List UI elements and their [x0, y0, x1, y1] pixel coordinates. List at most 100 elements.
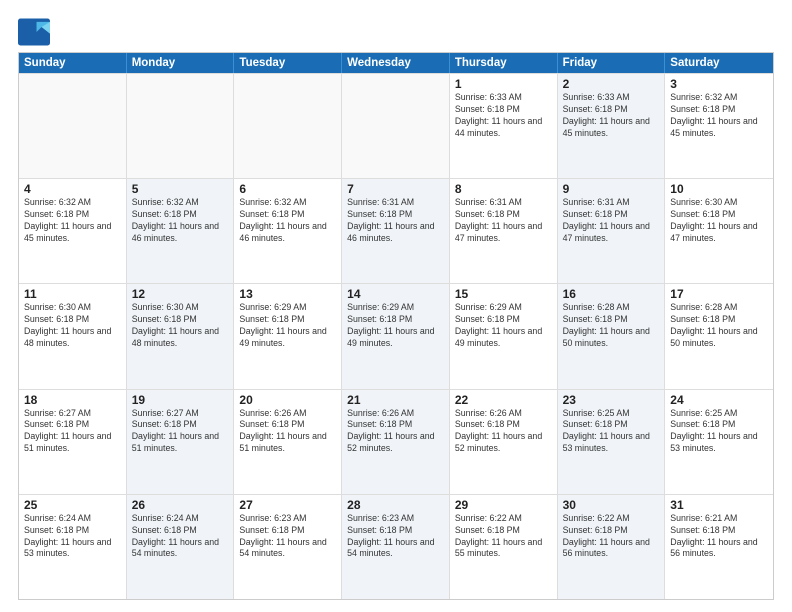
day-number: 25 [24, 498, 121, 512]
day-number: 22 [455, 393, 552, 407]
cal-cell: 18Sunrise: 6:27 AM Sunset: 6:18 PM Dayli… [19, 390, 127, 494]
cell-info: Sunrise: 6:25 AM Sunset: 6:18 PM Dayligh… [563, 408, 660, 456]
cell-info: Sunrise: 6:33 AM Sunset: 6:18 PM Dayligh… [455, 92, 552, 140]
cell-info: Sunrise: 6:23 AM Sunset: 6:18 PM Dayligh… [347, 513, 444, 561]
day-number: 24 [670, 393, 768, 407]
calendar-week-4: 18Sunrise: 6:27 AM Sunset: 6:18 PM Dayli… [19, 389, 773, 494]
calendar-body: 1Sunrise: 6:33 AM Sunset: 6:18 PM Daylig… [19, 73, 773, 599]
cal-cell [342, 74, 450, 178]
day-number: 10 [670, 182, 768, 196]
cell-info: Sunrise: 6:28 AM Sunset: 6:18 PM Dayligh… [670, 302, 768, 350]
cal-cell: 21Sunrise: 6:26 AM Sunset: 6:18 PM Dayli… [342, 390, 450, 494]
day-number: 29 [455, 498, 552, 512]
cal-cell: 26Sunrise: 6:24 AM Sunset: 6:18 PM Dayli… [127, 495, 235, 599]
cal-cell: 30Sunrise: 6:22 AM Sunset: 6:18 PM Dayli… [558, 495, 666, 599]
day-number: 1 [455, 77, 552, 91]
cal-cell: 22Sunrise: 6:26 AM Sunset: 6:18 PM Dayli… [450, 390, 558, 494]
cal-cell: 16Sunrise: 6:28 AM Sunset: 6:18 PM Dayli… [558, 284, 666, 388]
cal-cell: 31Sunrise: 6:21 AM Sunset: 6:18 PM Dayli… [665, 495, 773, 599]
cal-cell: 9Sunrise: 6:31 AM Sunset: 6:18 PM Daylig… [558, 179, 666, 283]
cal-cell: 17Sunrise: 6:28 AM Sunset: 6:18 PM Dayli… [665, 284, 773, 388]
cell-info: Sunrise: 6:28 AM Sunset: 6:18 PM Dayligh… [563, 302, 660, 350]
day-number: 4 [24, 182, 121, 196]
day-number: 11 [24, 287, 121, 301]
cell-info: Sunrise: 6:32 AM Sunset: 6:18 PM Dayligh… [132, 197, 229, 245]
cal-cell: 29Sunrise: 6:22 AM Sunset: 6:18 PM Dayli… [450, 495, 558, 599]
cell-info: Sunrise: 6:23 AM Sunset: 6:18 PM Dayligh… [239, 513, 336, 561]
header [18, 18, 774, 46]
cal-header-monday: Monday [127, 53, 235, 73]
cell-info: Sunrise: 6:33 AM Sunset: 6:18 PM Dayligh… [563, 92, 660, 140]
day-number: 2 [563, 77, 660, 91]
calendar-header-row: SundayMondayTuesdayWednesdayThursdayFrid… [19, 53, 773, 73]
cell-info: Sunrise: 6:30 AM Sunset: 6:18 PM Dayligh… [24, 302, 121, 350]
day-number: 31 [670, 498, 768, 512]
cal-cell: 6Sunrise: 6:32 AM Sunset: 6:18 PM Daylig… [234, 179, 342, 283]
cell-info: Sunrise: 6:31 AM Sunset: 6:18 PM Dayligh… [347, 197, 444, 245]
cal-cell [127, 74, 235, 178]
day-number: 15 [455, 287, 552, 301]
cell-info: Sunrise: 6:32 AM Sunset: 6:18 PM Dayligh… [239, 197, 336, 245]
day-number: 26 [132, 498, 229, 512]
cal-cell: 2Sunrise: 6:33 AM Sunset: 6:18 PM Daylig… [558, 74, 666, 178]
cal-cell: 24Sunrise: 6:25 AM Sunset: 6:18 PM Dayli… [665, 390, 773, 494]
day-number: 12 [132, 287, 229, 301]
cell-info: Sunrise: 6:29 AM Sunset: 6:18 PM Dayligh… [239, 302, 336, 350]
day-number: 20 [239, 393, 336, 407]
cal-cell: 7Sunrise: 6:31 AM Sunset: 6:18 PM Daylig… [342, 179, 450, 283]
cal-cell: 3Sunrise: 6:32 AM Sunset: 6:18 PM Daylig… [665, 74, 773, 178]
cell-info: Sunrise: 6:25 AM Sunset: 6:18 PM Dayligh… [670, 408, 768, 456]
cal-cell: 10Sunrise: 6:30 AM Sunset: 6:18 PM Dayli… [665, 179, 773, 283]
day-number: 5 [132, 182, 229, 196]
day-number: 16 [563, 287, 660, 301]
cell-info: Sunrise: 6:27 AM Sunset: 6:18 PM Dayligh… [24, 408, 121, 456]
cal-cell: 12Sunrise: 6:30 AM Sunset: 6:18 PM Dayli… [127, 284, 235, 388]
cell-info: Sunrise: 6:24 AM Sunset: 6:18 PM Dayligh… [24, 513, 121, 561]
cell-info: Sunrise: 6:32 AM Sunset: 6:18 PM Dayligh… [24, 197, 121, 245]
day-number: 14 [347, 287, 444, 301]
cell-info: Sunrise: 6:32 AM Sunset: 6:18 PM Dayligh… [670, 92, 768, 140]
cell-info: Sunrise: 6:30 AM Sunset: 6:18 PM Dayligh… [132, 302, 229, 350]
day-number: 6 [239, 182, 336, 196]
cal-cell: 4Sunrise: 6:32 AM Sunset: 6:18 PM Daylig… [19, 179, 127, 283]
cell-info: Sunrise: 6:30 AM Sunset: 6:18 PM Dayligh… [670, 197, 768, 245]
cal-cell: 15Sunrise: 6:29 AM Sunset: 6:18 PM Dayli… [450, 284, 558, 388]
day-number: 8 [455, 182, 552, 196]
cal-header-saturday: Saturday [665, 53, 773, 73]
cal-cell: 1Sunrise: 6:33 AM Sunset: 6:18 PM Daylig… [450, 74, 558, 178]
cell-info: Sunrise: 6:26 AM Sunset: 6:18 PM Dayligh… [239, 408, 336, 456]
calendar-week-3: 11Sunrise: 6:30 AM Sunset: 6:18 PM Dayli… [19, 283, 773, 388]
cal-header-thursday: Thursday [450, 53, 558, 73]
cell-info: Sunrise: 6:24 AM Sunset: 6:18 PM Dayligh… [132, 513, 229, 561]
cal-cell: 28Sunrise: 6:23 AM Sunset: 6:18 PM Dayli… [342, 495, 450, 599]
calendar: SundayMondayTuesdayWednesdayThursdayFrid… [18, 52, 774, 600]
cal-header-friday: Friday [558, 53, 666, 73]
cell-info: Sunrise: 6:26 AM Sunset: 6:18 PM Dayligh… [455, 408, 552, 456]
day-number: 30 [563, 498, 660, 512]
day-number: 9 [563, 182, 660, 196]
cal-cell: 5Sunrise: 6:32 AM Sunset: 6:18 PM Daylig… [127, 179, 235, 283]
calendar-week-2: 4Sunrise: 6:32 AM Sunset: 6:18 PM Daylig… [19, 178, 773, 283]
cal-cell: 13Sunrise: 6:29 AM Sunset: 6:18 PM Dayli… [234, 284, 342, 388]
calendar-week-5: 25Sunrise: 6:24 AM Sunset: 6:18 PM Dayli… [19, 494, 773, 599]
cell-info: Sunrise: 6:31 AM Sunset: 6:18 PM Dayligh… [455, 197, 552, 245]
cal-cell: 14Sunrise: 6:29 AM Sunset: 6:18 PM Dayli… [342, 284, 450, 388]
cal-cell [234, 74, 342, 178]
page: SundayMondayTuesdayWednesdayThursdayFrid… [0, 0, 792, 612]
day-number: 7 [347, 182, 444, 196]
day-number: 17 [670, 287, 768, 301]
cell-info: Sunrise: 6:21 AM Sunset: 6:18 PM Dayligh… [670, 513, 768, 561]
cell-info: Sunrise: 6:29 AM Sunset: 6:18 PM Dayligh… [455, 302, 552, 350]
day-number: 23 [563, 393, 660, 407]
day-number: 27 [239, 498, 336, 512]
cal-cell: 23Sunrise: 6:25 AM Sunset: 6:18 PM Dayli… [558, 390, 666, 494]
cal-cell: 27Sunrise: 6:23 AM Sunset: 6:18 PM Dayli… [234, 495, 342, 599]
cal-header-wednesday: Wednesday [342, 53, 450, 73]
day-number: 21 [347, 393, 444, 407]
day-number: 18 [24, 393, 121, 407]
cal-header-sunday: Sunday [19, 53, 127, 73]
day-number: 3 [670, 77, 768, 91]
cell-info: Sunrise: 6:27 AM Sunset: 6:18 PM Dayligh… [132, 408, 229, 456]
cal-cell: 20Sunrise: 6:26 AM Sunset: 6:18 PM Dayli… [234, 390, 342, 494]
cal-header-tuesday: Tuesday [234, 53, 342, 73]
